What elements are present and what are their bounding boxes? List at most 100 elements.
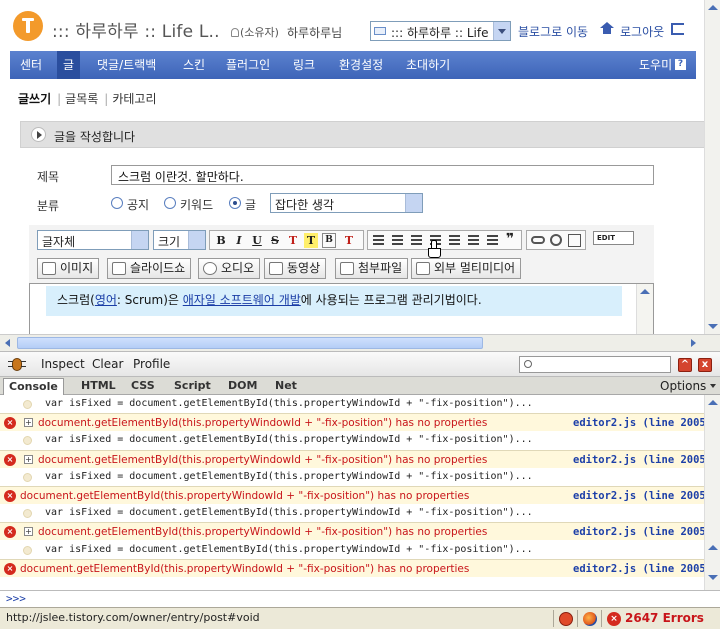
align-center-icon[interactable] — [392, 235, 403, 245]
audio-button[interactable]: 오디오 — [198, 258, 261, 279]
play-arrow-icon[interactable] — [31, 127, 46, 142]
tab-dom[interactable]: DOM — [228, 378, 257, 395]
underline-button[interactable]: U — [250, 233, 264, 248]
link-icon[interactable] — [531, 236, 545, 244]
nav-item-center[interactable]: 센터 — [20, 51, 42, 79]
error-message[interactable]: document.getElementById(this.propertyWin… — [38, 451, 487, 468]
font-select[interactable]: 글자체 — [37, 230, 149, 250]
page-vertical-scrollbar[interactable] — [704, 0, 720, 334]
box-button[interactable]: B — [322, 233, 336, 248]
highlight-button[interactable]: T — [304, 233, 318, 248]
nav-item-links[interactable]: 링크 — [293, 51, 315, 79]
nav-item-invite[interactable]: 초대하기 — [406, 51, 450, 79]
profile-button[interactable]: Profile — [133, 357, 170, 371]
chevron-down-icon[interactable] — [405, 194, 422, 212]
blog-select[interactable]: ::: 하루하루 :: Life L.. — [370, 21, 511, 41]
clear-button[interactable]: Clear — [92, 357, 123, 371]
horizontal-scroll-thumb[interactable] — [17, 337, 483, 349]
error-source-link[interactable]: editor2.js (line 2005) — [573, 414, 704, 431]
error-source-link[interactable]: editor2.js (line 2005) — [573, 451, 704, 468]
slideshow-button[interactable]: 슬라이드쇼 — [107, 258, 192, 279]
tab-console[interactable]: Console — [3, 378, 64, 395]
error-message[interactable]: document.getElementById(this.propertyWin… — [38, 414, 487, 431]
firebug-icon[interactable] — [8, 356, 26, 372]
scroll-down-icon[interactable] — [708, 575, 718, 580]
error-message[interactable]: document.getElementById(this.propertyWin… — [20, 560, 469, 577]
home-icon[interactable] — [600, 22, 614, 35]
editor-body[interactable]: 스크럼(영어: Scrum)은 애자일 소프트웨어 개발에 사용되는 프로그램 … — [29, 283, 654, 334]
editor-text[interactable]: 스크럼(영어: Scrum)은 애자일 소프트웨어 개발에 사용되는 프로그램 … — [57, 291, 482, 308]
scroll-right-icon[interactable] — [691, 339, 696, 347]
goto-blog-link[interactable]: 블로그로 이동 — [518, 23, 588, 40]
tab-css[interactable]: CSS — [131, 378, 155, 395]
nav-item-comments[interactable]: 댓글/트랙백 — [97, 51, 156, 79]
expand-icon[interactable]: + — [24, 418, 33, 428]
error-source-link[interactable]: editor2.js (line 2005) — [573, 487, 704, 504]
emoticon-icon[interactable] — [550, 234, 562, 246]
console-error-row[interactable]: × document.getElementById(this.propertyWi… — [0, 486, 704, 504]
logout-icon[interactable] — [671, 23, 684, 35]
scroll-up-icon[interactable] — [708, 5, 718, 10]
chevron-down-icon[interactable] — [493, 22, 510, 40]
tab-html[interactable]: HTML — [81, 378, 116, 395]
error-count[interactable]: 2647 Errors — [625, 611, 704, 625]
size-select[interactable]: 크기 — [153, 230, 206, 250]
error-source-link[interactable]: editor2.js (line 2005) — [573, 560, 704, 577]
error-icon[interactable]: × — [607, 612, 621, 626]
radio-post[interactable] — [229, 197, 241, 209]
blog-title[interactable]: ::: 하루하루 :: Life L.. — [52, 17, 220, 42]
nav-item-skin[interactable]: 스킨 — [183, 51, 205, 79]
editor-link-agile[interactable]: 애자일 소프트웨어 개발 — [183, 293, 301, 307]
category-select[interactable]: 잡다한 생각 — [270, 193, 423, 213]
radio-post-label[interactable]: 글 — [245, 196, 256, 213]
align-left-icon[interactable] — [373, 235, 384, 245]
nav-item-posts[interactable]: 글 — [57, 51, 81, 79]
console-error-row[interactable]: × + document.getElementById(this.propertyW… — [0, 522, 704, 541]
command-line[interactable]: >>> — [0, 590, 720, 607]
console-scrollbar[interactable] — [704, 395, 720, 590]
numbered-list-icon[interactable] — [449, 235, 460, 245]
radio-keyword-label[interactable]: 키워드 — [180, 196, 213, 213]
adblock-icon[interactable] — [559, 612, 573, 626]
console-error-row[interactable]: × document.getElementById(this.propertyWi… — [0, 558, 704, 577]
subnav-list[interactable]: 글목록 — [65, 92, 98, 106]
tab-script[interactable]: Script — [174, 378, 211, 395]
video-button[interactable]: 동영상 — [264, 258, 327, 279]
chevron-down-icon[interactable] — [188, 231, 205, 249]
external-media-button[interactable]: 외부 멀티미디어 — [411, 258, 522, 279]
console-error-row[interactable]: × + document.getElementById(this.propertyW… — [0, 413, 704, 432]
image-button[interactable]: 이미지 — [37, 258, 100, 279]
indent-icon[interactable] — [487, 235, 498, 245]
align-right-icon[interactable] — [411, 235, 422, 245]
radio-keyword[interactable] — [164, 197, 176, 209]
nav-item-help[interactable]: 도우미 — [639, 51, 672, 79]
tab-net[interactable]: Net — [275, 378, 297, 395]
error-message[interactable]: document.getElementById(this.propertyWin… — [20, 487, 469, 504]
editor-scrollbar[interactable] — [636, 284, 653, 334]
italic-button[interactable]: I — [232, 233, 246, 248]
table-icon[interactable] — [568, 234, 581, 247]
nav-item-settings[interactable]: 환경설정 — [339, 51, 383, 79]
subnav-category[interactable]: 카테고리 — [112, 92, 156, 106]
options-menu[interactable]: Options — [660, 379, 717, 393]
clear-format-button[interactable]: T — [342, 233, 356, 248]
detach-icon[interactable]: ^ — [678, 358, 692, 372]
title-input[interactable]: 스크럼 이란것. 할만하다. — [111, 165, 654, 185]
editor-link-english[interactable]: 영어 — [95, 293, 117, 307]
quote-icon[interactable]: ❞ — [506, 231, 514, 247]
firebug-search-input[interactable] — [519, 356, 671, 373]
expand-icon[interactable]: + — [24, 527, 33, 537]
page-horizontal-scrollbar[interactable] — [0, 334, 720, 351]
inspect-button[interactable]: Inspect — [41, 357, 85, 371]
scroll-up-icon[interactable] — [708, 545, 718, 550]
scroll-left-icon[interactable] — [5, 339, 10, 347]
radio-notice[interactable] — [111, 197, 123, 209]
chevron-down-icon[interactable] — [131, 231, 148, 249]
radio-notice-label[interactable]: 공지 — [127, 196, 149, 213]
tistory-logo-icon[interactable] — [13, 11, 43, 41]
scroll-up-icon[interactable] — [640, 289, 650, 294]
subnav-write[interactable]: 글쓰기 — [18, 92, 51, 106]
outdent-icon[interactable] — [468, 235, 479, 245]
expand-icon[interactable]: + — [24, 454, 33, 464]
scroll-down-icon[interactable] — [708, 324, 718, 329]
